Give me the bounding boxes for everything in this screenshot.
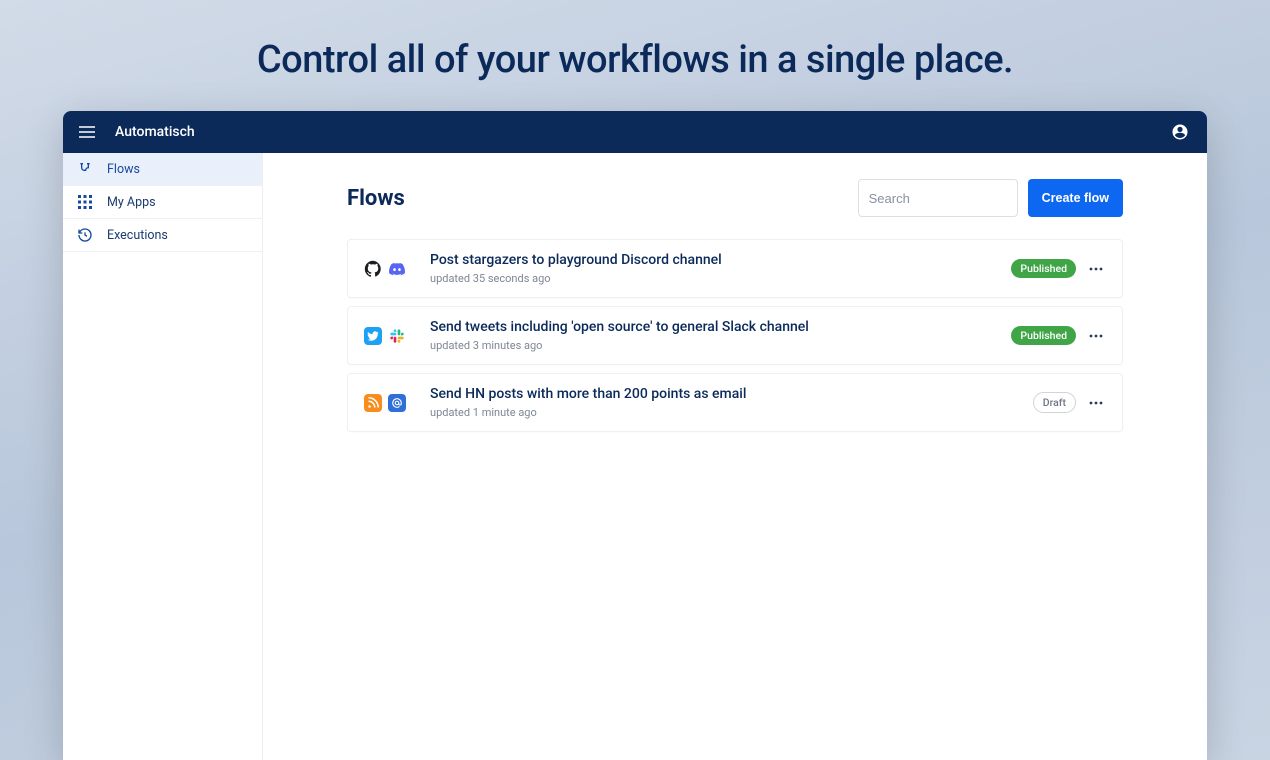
flows-icon — [77, 161, 93, 177]
rss-icon — [364, 394, 382, 412]
email-icon — [388, 394, 406, 412]
hero-title: Control all of your workflows in a singl… — [0, 0, 1270, 82]
main-content: Flows Create flow — [263, 153, 1207, 760]
flow-menu-button[interactable] — [1086, 401, 1106, 405]
flow-info: Post stargazers to playground Discord ch… — [430, 252, 993, 285]
flow-menu-button[interactable] — [1086, 334, 1106, 338]
sidebar-item-executions[interactable]: Executions — [63, 219, 262, 252]
sidebar: Flows My Apps Executions — [63, 153, 263, 760]
flow-row[interactable]: Post stargazers to playground Discord ch… — [347, 239, 1123, 298]
flow-row[interactable]: Send tweets including 'open source' to g… — [347, 306, 1123, 365]
menu-button[interactable] — [77, 122, 97, 142]
flow-info: Send HN posts with more than 200 points … — [430, 386, 1015, 419]
page-actions: Create flow — [858, 179, 1123, 217]
brand-title: Automatisch — [115, 124, 195, 140]
page-title: Flows — [347, 186, 405, 211]
history-icon — [77, 227, 93, 243]
hamburger-icon — [79, 126, 95, 138]
sidebar-item-myapps[interactable]: My Apps — [63, 186, 262, 219]
flow-title: Send HN posts with more than 200 points … — [430, 386, 1015, 402]
page-header: Flows Create flow — [347, 179, 1123, 217]
flow-menu-button[interactable] — [1086, 267, 1106, 271]
sidebar-item-label: Flows — [107, 162, 140, 177]
status-badge: Draft — [1033, 392, 1076, 413]
create-flow-button[interactable]: Create flow — [1028, 179, 1123, 217]
app-header: Automatisch — [63, 111, 1207, 153]
flow-app-icons — [364, 327, 412, 345]
app-body: Flows My Apps Executions Flows — [63, 153, 1207, 760]
flow-title: Send tweets including 'open source' to g… — [430, 319, 993, 335]
sidebar-item-label: My Apps — [107, 195, 156, 210]
flow-meta: Published — [1011, 259, 1106, 278]
flow-title: Post stargazers to playground Discord ch… — [430, 252, 993, 268]
kebab-icon — [1089, 267, 1103, 271]
apps-icon — [77, 194, 93, 210]
status-badge: Published — [1011, 259, 1076, 278]
twitter-icon — [364, 327, 382, 345]
kebab-icon — [1089, 334, 1103, 338]
flow-updated: updated 35 seconds ago — [430, 272, 993, 285]
account-icon — [1171, 123, 1189, 141]
flows-list: Post stargazers to playground Discord ch… — [347, 239, 1123, 432]
flow-app-icons — [364, 260, 412, 278]
discord-icon — [388, 260, 406, 278]
flow-info: Send tweets including 'open source' to g… — [430, 319, 993, 352]
github-icon — [364, 260, 382, 278]
sidebar-item-flows[interactable]: Flows — [63, 153, 262, 186]
flow-updated: updated 1 minute ago — [430, 406, 1015, 419]
app-window: Automatisch Flows My Apps — [63, 111, 1207, 760]
sidebar-item-label: Executions — [107, 228, 168, 243]
search-box[interactable] — [858, 179, 1018, 217]
flow-updated: updated 3 minutes ago — [430, 339, 993, 352]
flow-meta: Published — [1011, 326, 1106, 345]
account-button[interactable] — [1171, 123, 1189, 141]
flow-meta: Draft — [1033, 392, 1106, 413]
kebab-icon — [1089, 401, 1103, 405]
flow-row[interactable]: Send HN posts with more than 200 points … — [347, 373, 1123, 432]
search-input[interactable] — [869, 191, 1045, 206]
status-badge: Published — [1011, 326, 1076, 345]
flow-app-icons — [364, 394, 412, 412]
slack-icon — [388, 327, 406, 345]
